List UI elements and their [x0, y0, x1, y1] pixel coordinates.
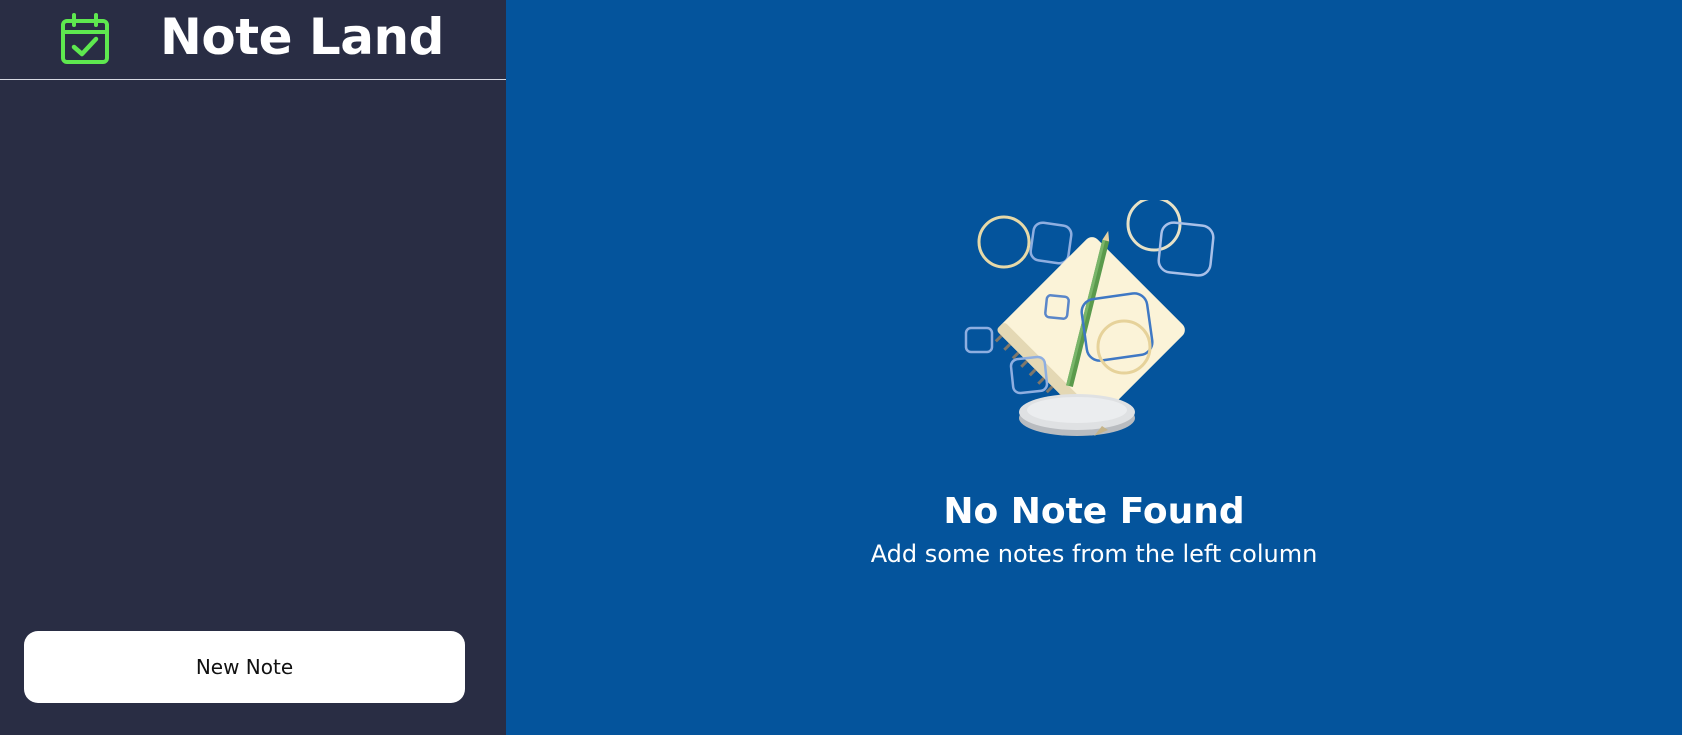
app-root: Note Land New Note No Note Found Add som…: [0, 0, 1682, 735]
note-list: [0, 81, 506, 635]
app-title: Note Land: [160, 7, 444, 66]
sidebar-header: Note Land: [0, 0, 506, 80]
sidebar: Note Land New Note: [0, 0, 506, 735]
main-panel: No Note Found Add some notes from the le…: [506, 0, 1682, 735]
empty-state-title: No Note Found: [943, 491, 1245, 532]
empty-state: No Note Found Add some notes from the le…: [506, 200, 1682, 568]
empty-state-subtitle: Add some notes from the left column: [870, 540, 1318, 568]
calendar-check-icon: [61, 12, 109, 64]
notebook-pencil-illustration: [964, 200, 1215, 436]
new-note-button[interactable]: New Note: [24, 631, 465, 703]
